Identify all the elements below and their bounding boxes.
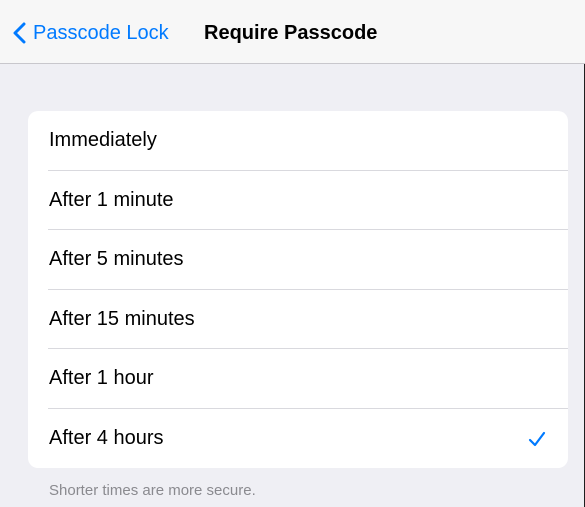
option-label: After 15 minutes xyxy=(49,307,195,330)
checkmark-icon xyxy=(528,431,546,447)
back-button[interactable]: Passcode Lock xyxy=(12,19,169,47)
footer-note: Shorter times are more secure. xyxy=(49,482,256,499)
option-label: After 1 hour xyxy=(49,367,154,389)
option-after-1-hour[interactable]: After 1 hour xyxy=(28,349,568,409)
option-immediately[interactable]: Immediately xyxy=(28,111,568,171)
option-after-5-minutes[interactable]: After 5 minutes xyxy=(28,230,568,290)
option-after-1-minute[interactable]: After 1 minute xyxy=(28,171,568,231)
chevron-left-icon xyxy=(12,22,26,44)
navigation-bar: Passcode Lock Require Passcode xyxy=(0,0,585,64)
back-button-label: Passcode Lock xyxy=(33,21,169,44)
option-after-15-minutes[interactable]: After 15 minutes xyxy=(28,290,568,350)
option-label: After 1 minute xyxy=(49,188,174,211)
passcode-options-list: Immediately After 1 minute After 5 minut… xyxy=(28,111,568,468)
option-label: Immediately xyxy=(49,129,157,151)
option-label: After 4 hours xyxy=(49,426,164,449)
page-title: Require Passcode xyxy=(204,22,378,44)
option-label: After 5 minutes xyxy=(49,248,184,270)
option-after-4-hours[interactable]: After 4 hours xyxy=(28,409,568,469)
